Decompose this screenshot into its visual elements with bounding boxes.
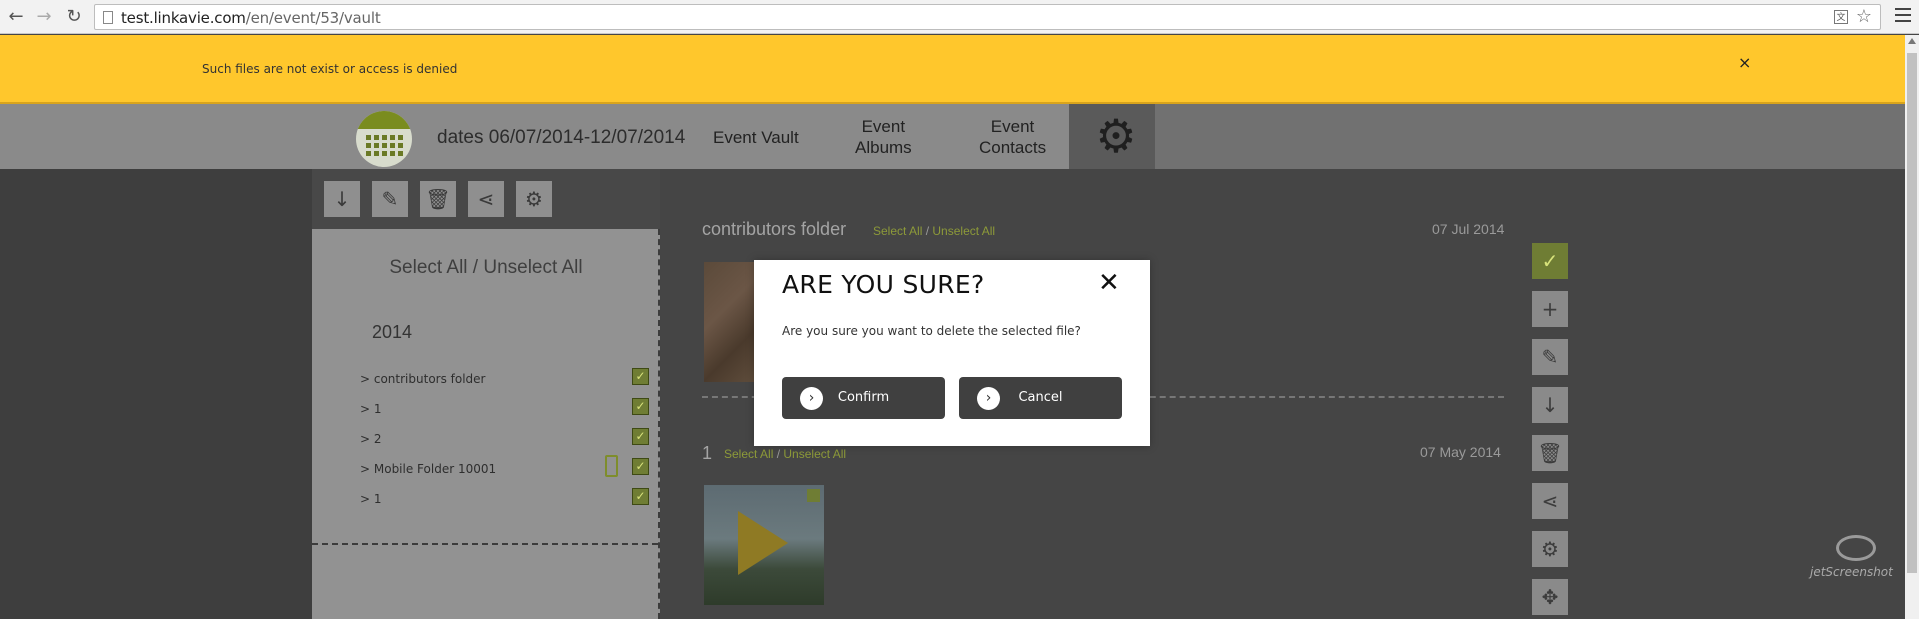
nav-event-albums-line2: Albums: [855, 138, 912, 157]
reload-icon[interactable]: ↻: [62, 4, 86, 28]
watermark-text: jetScreenshot: [1810, 565, 1893, 579]
browser-toolbar: ← → ↻ test.linkavie.com/en/event/53/vaul…: [0, 0, 1919, 34]
separator: /: [776, 447, 781, 461]
tree-item-1b[interactable]: > 1: [360, 492, 382, 506]
download-icon[interactable]: ↓: [1532, 387, 1568, 423]
calendar-logo-icon: [356, 111, 412, 167]
select-all-link[interactable]: Select All: [724, 447, 773, 461]
notification-close-icon[interactable]: ×: [1738, 53, 1751, 72]
thumbnail-checkbox[interactable]: [807, 489, 820, 502]
play-icon[interactable]: [738, 511, 788, 575]
left-gutter: [0, 169, 312, 619]
unselect-all-link[interactable]: Unselect All: [783, 447, 846, 461]
unselect-all-link[interactable]: Unselect All: [932, 224, 995, 238]
section-title: 1: [702, 443, 713, 463]
video-thumbnail[interactable]: [704, 485, 824, 605]
nav-event-contacts[interactable]: Event Contacts: [979, 116, 1046, 158]
dialog-message: Are you sure you want to delete the sele…: [782, 324, 1081, 338]
tree-checkbox[interactable]: ✓: [632, 458, 649, 475]
bookmark-star-icon[interactable]: ☆: [1856, 6, 1872, 27]
watermark: jetScreenshot: [1810, 535, 1893, 579]
tree-checkbox[interactable]: ✓: [632, 398, 649, 415]
watermark-logo-icon: [1836, 535, 1876, 561]
file-thumbnail[interactable]: [704, 262, 754, 382]
cancel-label: Cancel: [1018, 390, 1063, 405]
move-arrows-icon[interactable]: ✥: [1532, 579, 1568, 615]
browser-menu-icon[interactable]: [1895, 8, 1911, 22]
settings-cog-icon[interactable]: ⚙: [1532, 531, 1568, 567]
settings-gear-icon[interactable]: ⚙: [1092, 112, 1140, 160]
nav-event-albums-line1: Event: [861, 117, 906, 136]
confirm-button[interactable]: › Confirm: [782, 377, 945, 419]
folder-tree-panel: Select All / Unselect All 2014: [312, 229, 660, 619]
confirm-dialog: ARE YOU SURE? ✕ Are you sure you want to…: [754, 260, 1150, 446]
nav-event-contacts-line2: Contacts: [979, 138, 1047, 157]
page-icon: [103, 11, 113, 24]
tree-divider: [312, 543, 658, 545]
tree-item-1[interactable]: > 1: [360, 402, 382, 416]
scroll-up-icon[interactable]: [1908, 38, 1916, 44]
nav-event-vault[interactable]: Event Vault: [713, 127, 799, 148]
notification-message: Such files are not exist or access is de…: [202, 62, 458, 76]
settings-cog-icon[interactable]: ⚙: [516, 181, 552, 217]
tree-item-mobile-folder[interactable]: > Mobile Folder 10001: [360, 462, 496, 476]
url-text: test.linkavie.com/en/event/53/vault: [121, 9, 381, 27]
tree-checkbox[interactable]: ✓: [632, 488, 649, 505]
edit-icon[interactable]: ✎: [372, 181, 408, 217]
nav-event-albums[interactable]: Event Albums: [855, 116, 912, 158]
forward-arrow-icon[interactable]: →: [32, 4, 56, 28]
download-icon[interactable]: ↓: [324, 181, 360, 217]
tree-checkbox[interactable]: ✓: [632, 428, 649, 445]
share-icon[interactable]: ⋖: [468, 181, 504, 217]
address-bar[interactable]: test.linkavie.com/en/event/53/vault 文 ☆: [94, 4, 1881, 30]
section-select-links: Select All / Unselect All: [873, 224, 995, 238]
back-arrow-icon[interactable]: ←: [4, 4, 28, 28]
section-date: 07 Jul 2014: [1432, 221, 1505, 237]
page-scrollbar[interactable]: [1905, 35, 1919, 619]
nav-event-contacts-line1: Event: [990, 117, 1035, 136]
select-all-link[interactable]: Select All: [873, 224, 922, 238]
add-plus-icon[interactable]: +: [1532, 291, 1568, 327]
translate-icon[interactable]: 文: [1834, 10, 1848, 24]
scrollbar-thumb[interactable]: [1907, 53, 1917, 573]
tree-item-2[interactable]: > 2: [360, 432, 382, 446]
tree-checkbox[interactable]: ✓: [632, 368, 649, 385]
section-title: contributors folder: [702, 219, 847, 239]
separator: /: [925, 224, 930, 238]
edit-icon[interactable]: ✎: [1532, 339, 1568, 375]
tree-select-all[interactable]: Select All / Unselect All: [312, 257, 660, 279]
trash-icon[interactable]: 🗑: [420, 181, 456, 217]
event-dates: dates 06/07/2014-12/07/2014: [437, 127, 686, 148]
error-notification: Such files are not exist or access is de…: [0, 35, 1905, 104]
tree-item-contributors-folder[interactable]: > contributors folder: [360, 372, 486, 386]
share-icon[interactable]: ⋖: [1532, 483, 1568, 519]
confirm-label: Confirm: [837, 390, 890, 405]
select-check-icon[interactable]: ✓: [1532, 243, 1568, 279]
dialog-close-icon[interactable]: ✕: [1098, 268, 1120, 298]
mobile-device-icon: [605, 455, 618, 477]
trash-icon[interactable]: 🗑: [1532, 435, 1568, 471]
dialog-title: ARE YOU SURE?: [782, 270, 985, 299]
section-date: 07 May 2014: [1420, 444, 1501, 460]
tree-year: 2014: [372, 322, 413, 342]
cancel-button[interactable]: › Cancel: [959, 377, 1122, 419]
section-select-links: Select All / Unselect All: [724, 447, 846, 461]
